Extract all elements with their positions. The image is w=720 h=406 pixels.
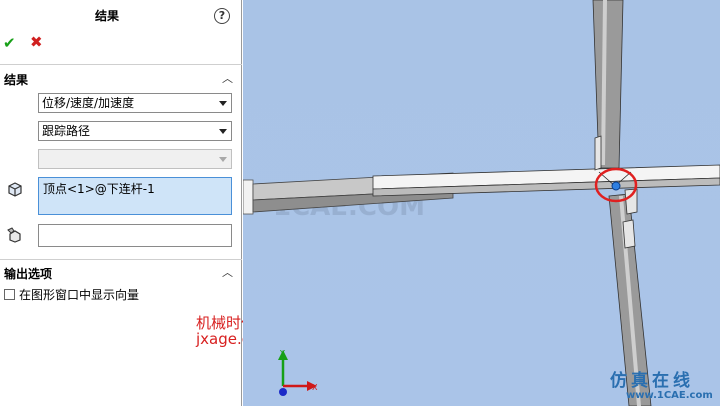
chevron-down-icon — [219, 101, 227, 106]
output-section-title: 输出选项 — [4, 267, 53, 281]
frame-edge — [243, 179, 254, 215]
triad-x-label: X — [312, 383, 318, 392]
lower-link-tab — [624, 188, 638, 215]
component-select — [38, 149, 232, 169]
divider — [0, 259, 242, 260]
component-selection-icon — [6, 226, 24, 247]
upper-link-tab — [594, 135, 602, 171]
vertex-selection-box[interactable]: 顶点<1>@下连杆-1 — [38, 177, 232, 215]
model-scene: Y X — [243, 0, 720, 406]
chevron-down-icon — [219, 157, 227, 162]
help-button[interactable]: ? — [214, 8, 230, 24]
show-vector-label: 在图形窗口中显示向量 — [19, 288, 140, 302]
vertex-selection-icon — [6, 180, 24, 201]
triad-z-axis — [279, 388, 287, 396]
show-vector-checkbox[interactable] — [4, 289, 15, 300]
site-watermark-text: 仿真在线 — [610, 371, 694, 391]
output-collapse-button[interactable]: ︿ — [222, 264, 233, 280]
site-watermark-url: www.1CAE.com — [626, 390, 713, 401]
chevron-down-icon — [219, 129, 227, 134]
results-collapse-button[interactable]: ︿ — [222, 70, 233, 86]
triad-y-label: Y — [279, 349, 285, 358]
graphics-viewport[interactable]: 1CAE.COM Y X 仿真在线 www.1CAE.com — [243, 0, 720, 406]
cancel-button[interactable]: ✖ — [30, 34, 43, 50]
second-selection-box[interactable] — [38, 224, 232, 247]
panel-title: 结果 — [94, 9, 119, 23]
result-type-select[interactable]: 位移/速度/加速度 — [38, 93, 232, 113]
selected-vertex-point[interactable] — [611, 181, 621, 191]
show-vector-option[interactable]: 在图形窗口中显示向量 — [4, 286, 139, 303]
ok-button[interactable]: ✔ — [3, 35, 16, 51]
result-subtype-select[interactable]: 跟踪路径 — [38, 121, 232, 141]
results-section-title: 结果 — [4, 73, 29, 87]
lower-link-tab — [622, 219, 636, 249]
divider — [0, 64, 242, 65]
result-subtype-value: 跟踪路径 — [42, 124, 91, 138]
result-type-value: 位移/速度/加速度 — [42, 96, 135, 110]
